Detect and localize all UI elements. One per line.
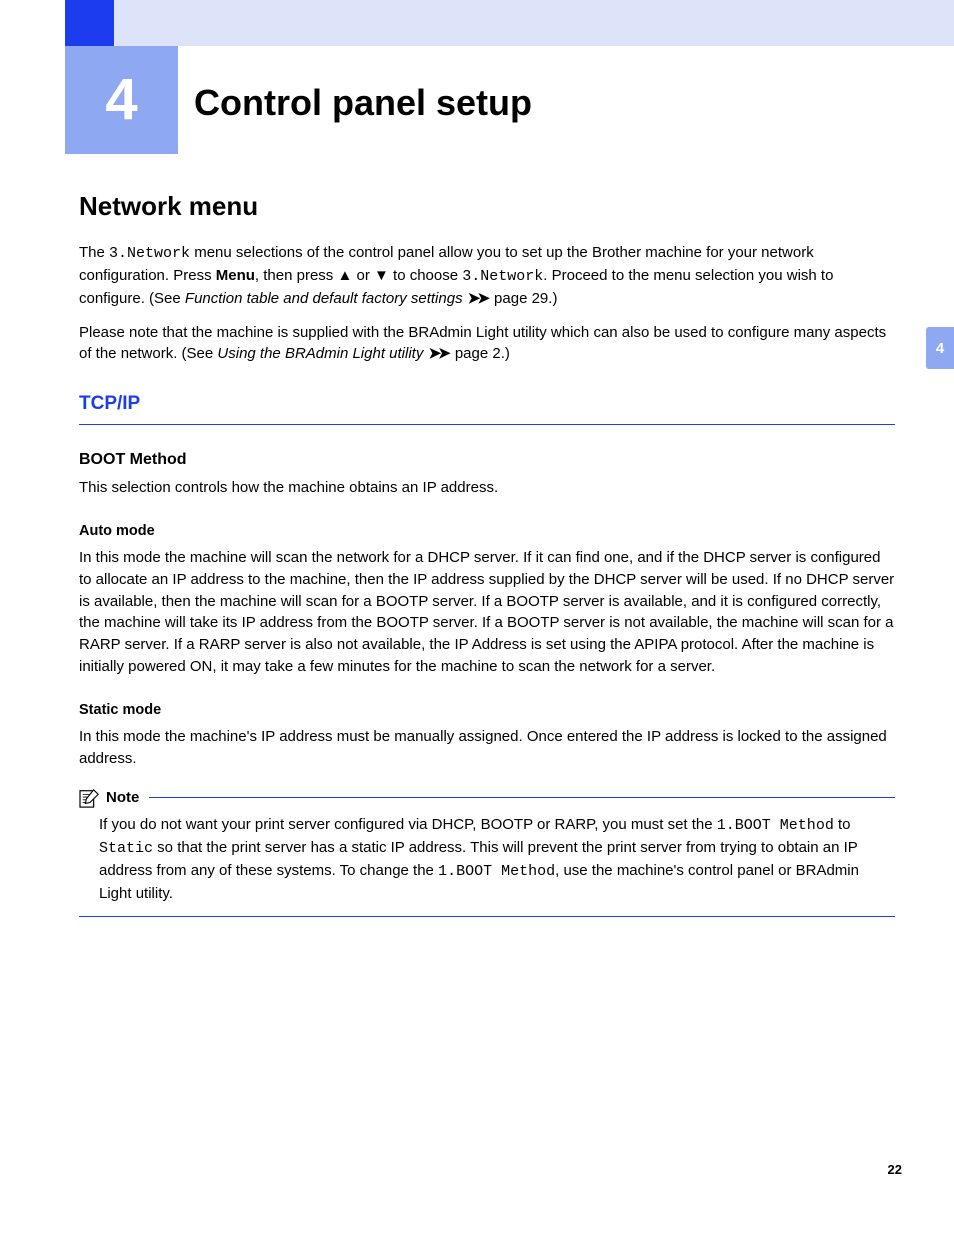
- chapter-number: 4: [105, 59, 137, 140]
- mono-boot-method-1: 1.BOOT Method: [717, 817, 834, 834]
- note-block: Note If you do not want your print serve…: [79, 787, 895, 917]
- heading-tcpip: TCP/IP: [79, 391, 895, 425]
- side-tab: 4: [926, 327, 954, 369]
- page-content: Network menu The 3.Network menu selectio…: [79, 188, 895, 917]
- bold-menu: Menu: [216, 267, 255, 284]
- side-tab-label: 4: [936, 338, 944, 359]
- xref-function-table[interactable]: Function table and default factory setti…: [185, 290, 463, 307]
- note-label: Note: [106, 787, 139, 808]
- mono-static: Static: [99, 840, 153, 857]
- section-heading-network-menu: Network menu: [79, 188, 895, 224]
- note-pencil-icon: [79, 788, 101, 808]
- chapter-title: Control panel setup: [194, 78, 532, 128]
- xref-bradmin-light[interactable]: Using the BRAdmin Light utility: [217, 345, 423, 362]
- mono-boot-method-2: 1.BOOT Method: [438, 863, 555, 880]
- header-banner: [114, 0, 954, 46]
- mono-3network-2: 3.Network: [462, 268, 543, 285]
- heading-boot-method: BOOT Method: [79, 449, 895, 471]
- intro-paragraph-2: Please note that the machine is supplied…: [79, 322, 895, 366]
- chapter-number-box: 4: [65, 46, 178, 154]
- down-arrow-icon: ▼: [374, 267, 389, 284]
- page-number: 22: [888, 1161, 902, 1179]
- double-arrow-icon: ➤➤: [468, 288, 487, 310]
- note-header: Note: [79, 787, 895, 808]
- note-body: If you do not want your print server con…: [79, 814, 895, 904]
- intro-paragraph-1: The 3.Network menu selections of the con…: [79, 242, 895, 309]
- mono-3network: 3.Network: [109, 245, 190, 262]
- boot-method-desc: This selection controls how the machine …: [79, 477, 895, 499]
- static-mode-body: In this mode the machine's IP address mu…: [79, 726, 895, 770]
- heading-auto-mode: Auto mode: [79, 521, 895, 541]
- note-rule-bottom: [79, 916, 895, 917]
- note-rule-top: [149, 797, 895, 798]
- heading-static-mode: Static mode: [79, 700, 895, 720]
- header-accent-square: [65, 0, 114, 46]
- double-arrow-icon: ➤➤: [429, 343, 448, 365]
- auto-mode-body: In this mode the machine will scan the n…: [79, 547, 895, 678]
- up-arrow-icon: ▲: [337, 267, 352, 284]
